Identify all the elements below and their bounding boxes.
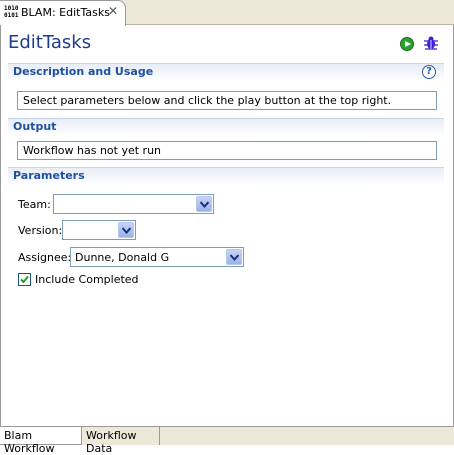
- description-section-header[interactable]: Description and Usage ?: [8, 63, 444, 81]
- checkmark-icon: [20, 275, 29, 284]
- tab-workflow-data[interactable]: Workflow Data: [82, 427, 160, 455]
- chevron-down-icon[interactable]: [118, 222, 134, 238]
- parameters-section-label: Parameters: [13, 169, 85, 182]
- chevron-down-icon[interactable]: [226, 249, 242, 265]
- assignee-label: Assignee:: [18, 251, 72, 264]
- debug-button[interactable]: [423, 35, 439, 51]
- description-section-label: Description and Usage: [13, 65, 154, 78]
- binary-icon: 1010 0101: [4, 5, 19, 19]
- assignee-combo[interactable]: Dunne, Donald G: [70, 247, 244, 267]
- parameters-section-header[interactable]: Parameters: [8, 167, 444, 185]
- assignee-combo-value: Dunne, Donald G: [75, 251, 170, 264]
- version-label: Version:: [18, 224, 63, 237]
- description-text: Select parameters below and click the pl…: [17, 91, 437, 110]
- help-icon[interactable]: ?: [422, 65, 436, 79]
- include-completed-checkbox[interactable]: [18, 273, 31, 286]
- include-completed-label: Include Completed: [35, 273, 139, 286]
- chevron-down-icon[interactable]: [196, 196, 212, 212]
- bug-icon: [424, 36, 438, 50]
- team-label: Team:: [18, 198, 51, 211]
- editor-tab-title: BLAM: EditTasks: [21, 6, 110, 19]
- close-icon[interactable]: ✕: [108, 4, 118, 18]
- editor-tab[interactable]: 1010 0101 BLAM: EditTasks ✕: [0, 0, 126, 26]
- output-text: Workflow has not yet run: [17, 141, 437, 160]
- output-section-header[interactable]: Output: [8, 118, 444, 136]
- tab-blam-workflow[interactable]: Blam Workflow: [0, 427, 82, 455]
- team-combo[interactable]: [53, 194, 214, 214]
- run-workflow-button[interactable]: [400, 37, 414, 51]
- output-section-label: Output: [13, 120, 57, 133]
- version-combo[interactable]: [62, 220, 136, 240]
- form-title: EditTasks: [8, 32, 92, 53]
- editor-tab-bar: 1010 0101 BLAM: EditTasks ✕: [0, 0, 454, 26]
- bottom-tab-bar: Blam Workflow Workflow Data: [0, 426, 454, 455]
